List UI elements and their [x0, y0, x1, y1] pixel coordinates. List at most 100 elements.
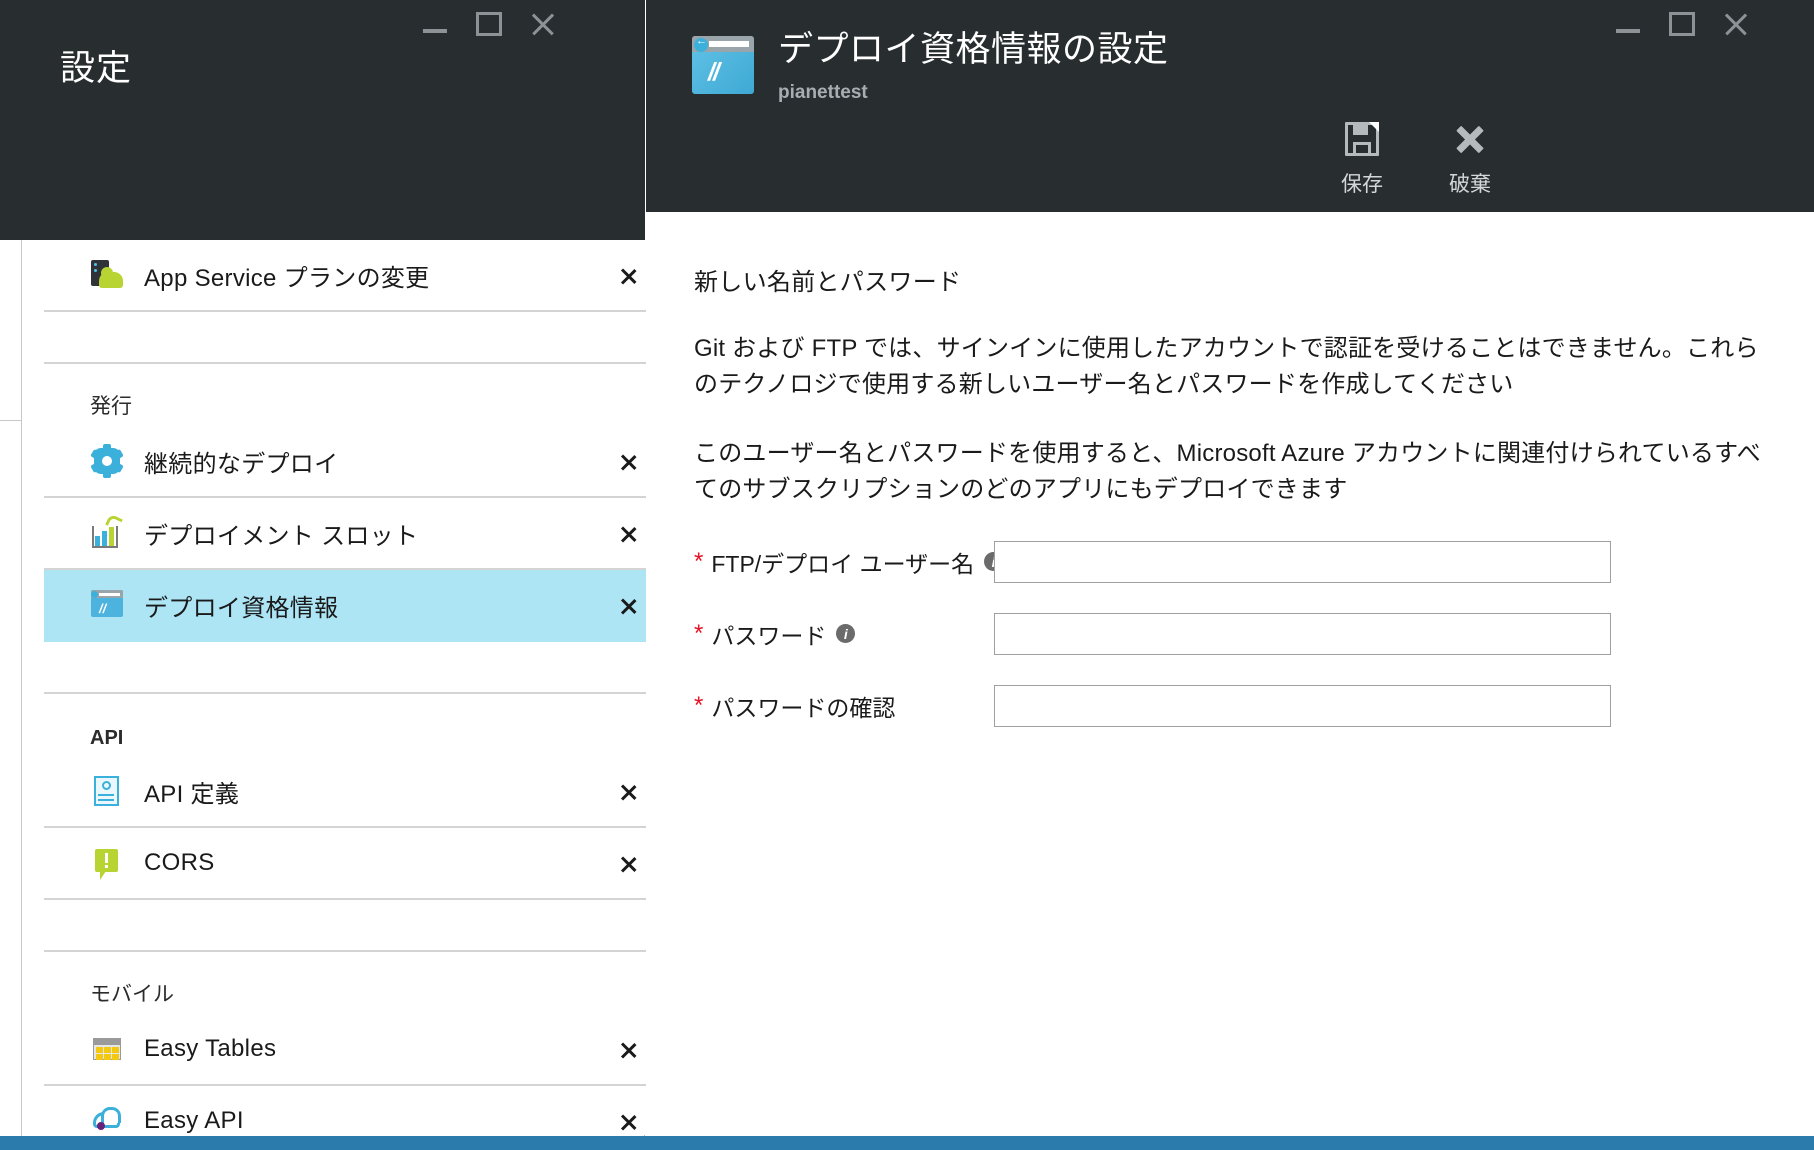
- sidebar-item-label: App Service プランの変更: [144, 264, 430, 292]
- close-window-button[interactable]: [516, 4, 570, 44]
- chevron-right-icon: [619, 588, 641, 622]
- nav-separator: [44, 642, 667, 694]
- required-marker: *: [694, 619, 704, 647]
- bar-chart-icon: [90, 513, 124, 550]
- adjacent-blade-header: [0, 0, 22, 240]
- sidebar-item-label: Easy Tables: [144, 1035, 277, 1062]
- chevron-right-icon: [619, 444, 641, 478]
- deployment-credentials-blade: // デプロイ資格情報の設定 pianettest 保存 破棄: [646, 0, 1814, 1150]
- save-button[interactable]: 保存: [1308, 118, 1416, 198]
- cors-icon: [90, 846, 124, 880]
- bottom-accent-bar: [0, 1136, 1814, 1150]
- field-label-text: パスワードの確認: [711, 694, 896, 721]
- field-label-text: FTP/デプロイ ユーザー名: [711, 550, 975, 577]
- restore-icon: [1669, 12, 1695, 36]
- nav-section-label: API: [90, 727, 124, 749]
- field-input[interactable]: [994, 612, 1611, 655]
- easy-tables-icon: [90, 1032, 124, 1066]
- minimize-window-button[interactable]: [1601, 4, 1655, 44]
- discard-icon: [1454, 123, 1486, 155]
- sidebar-item-デプロイメント-スロット[interactable]: デプロイメント スロット: [44, 498, 667, 570]
- chevron-right-icon: [619, 1104, 641, 1135]
- blade-content: 新しい名前とパスワード Git および FTP では、サインインに使用したアカウ…: [646, 212, 1814, 1137]
- restore-window-button[interactable]: [462, 4, 516, 44]
- sidebar-item-easy-api[interactable]: Easy API: [44, 1086, 667, 1135]
- server-cloud-icon: [90, 258, 124, 292]
- discard-button[interactable]: 破棄: [1416, 118, 1524, 198]
- sidebar-item-label: Easy API: [144, 1107, 244, 1134]
- info-icon[interactable]: i: [836, 624, 856, 644]
- chevron-right-icon: [619, 846, 641, 880]
- close-icon: [529, 10, 557, 38]
- description-paragraph-1: Git および FTP では、サインインに使用したアカウントで認証を受けることは…: [694, 335, 1759, 399]
- field-label: * パスワード i: [694, 617, 994, 651]
- chevron-right-icon: [619, 1032, 641, 1066]
- settings-nav-list[interactable]: App Service プランの変更発行継続的なデプロイデプロイメント スロット…: [44, 240, 667, 1135]
- settings-window-controls: [408, 4, 570, 44]
- easy-api-icon: [90, 1104, 124, 1135]
- save-icon: [1345, 122, 1379, 156]
- gear-icon: [90, 444, 124, 478]
- nav-section-header: モバイル: [44, 952, 667, 1014]
- api-definition-icon: [90, 774, 124, 808]
- form-field-row: * パスワードの確認: [694, 684, 1774, 727]
- section-heading: 新しい名前とパスワード: [694, 269, 962, 296]
- minimize-window-button[interactable]: [408, 4, 462, 44]
- field-label-text: パスワード: [711, 622, 827, 649]
- adjacent-blade-divider: [0, 420, 22, 421]
- deploy-credentials-icon: //: [90, 588, 124, 622]
- minimize-icon: [1616, 29, 1640, 33]
- minimize-icon: [423, 29, 447, 33]
- nav-section-header: API: [44, 694, 667, 756]
- icon-slashes: //: [708, 58, 720, 86]
- adjacent-blade-edge[interactable]: [0, 0, 22, 1150]
- sidebar-item-label: CORS: [144, 849, 215, 876]
- nav-section-label: 発行: [90, 395, 132, 418]
- sidebar-item-label: デプロイメント スロット: [144, 522, 419, 550]
- sidebar-item-app-service-プランの変更[interactable]: App Service プランの変更: [44, 240, 667, 312]
- sidebar-item-label: デプロイ資格情報: [144, 594, 339, 622]
- back-arrow-icon: [694, 36, 708, 52]
- sidebar-item-label: 継続的なデプロイ: [144, 450, 339, 478]
- chevron-right-icon: [619, 258, 641, 292]
- description-paragraph-2: このユーザー名とパスワードを使用すると、Microsoft Azure アカウン…: [694, 439, 1761, 504]
- close-icon: [1722, 10, 1750, 38]
- field-input[interactable]: [994, 684, 1611, 727]
- discard-button-label: 破棄: [1449, 173, 1491, 196]
- sidebar-item-デプロイ資格情報[interactable]: // デプロイ資格情報: [44, 570, 667, 642]
- chevron-right-icon: [619, 516, 641, 550]
- field-input[interactable]: [994, 540, 1611, 583]
- sidebar-item-継続的なデプロイ[interactable]: 継続的なデプロイ: [44, 426, 667, 498]
- restore-window-button[interactable]: [1655, 4, 1709, 44]
- chevron-right-icon: [619, 774, 641, 808]
- blade-toolbar: 保存 破棄: [1308, 118, 1524, 198]
- field-label: * パスワードの確認: [694, 689, 994, 723]
- nav-section-header: 発行: [44, 364, 667, 426]
- azure-portal-screen: 設定 App Service プランの変更発行継続的なデプロイデプロイメント ス…: [0, 0, 1814, 1150]
- sidebar-item-api-定義[interactable]: API 定義: [44, 756, 667, 828]
- nav-section-label: モバイル: [90, 983, 174, 1006]
- form-field-row: * パスワード i: [694, 612, 1774, 655]
- close-window-button[interactable]: [1709, 4, 1763, 44]
- required-marker: *: [694, 547, 704, 575]
- deployment-credentials-header: // デプロイ資格情報の設定 pianettest 保存 破棄: [646, 0, 1814, 212]
- settings-blade-header: 設定: [22, 0, 645, 240]
- page-title: デプロイ資格情報の設定: [778, 30, 1169, 69]
- blade-title-row: // デプロイ資格情報の設定 pianettest: [692, 30, 1169, 104]
- sidebar-item-cors[interactable]: CORS: [44, 828, 667, 900]
- field-label: *FTP/デプロイ ユーザー名i: [694, 545, 1004, 579]
- blade-window-controls: [1601, 4, 1763, 44]
- nav-separator: [44, 312, 667, 364]
- credentials-form: *FTP/デプロイ ユーザー名i*パスワードi*パスワードの確認: [694, 540, 1774, 727]
- sidebar-item-easy-tables[interactable]: Easy Tables: [44, 1014, 667, 1086]
- deploy-credentials-icon: //: [692, 36, 754, 98]
- nav-separator: [44, 900, 667, 952]
- settings-blade: 設定 App Service プランの変更発行継続的なデプロイデプロイメント ス…: [22, 0, 667, 1150]
- page-subtitle: pianettest: [778, 82, 868, 104]
- settings-blade-title: 設定: [60, 49, 133, 88]
- save-button-label: 保存: [1341, 173, 1383, 196]
- sidebar-item-label: API 定義: [144, 780, 240, 808]
- required-marker: *: [694, 691, 704, 719]
- restore-icon: [476, 12, 502, 36]
- form-field-row: *FTP/デプロイ ユーザー名i: [694, 540, 1774, 583]
